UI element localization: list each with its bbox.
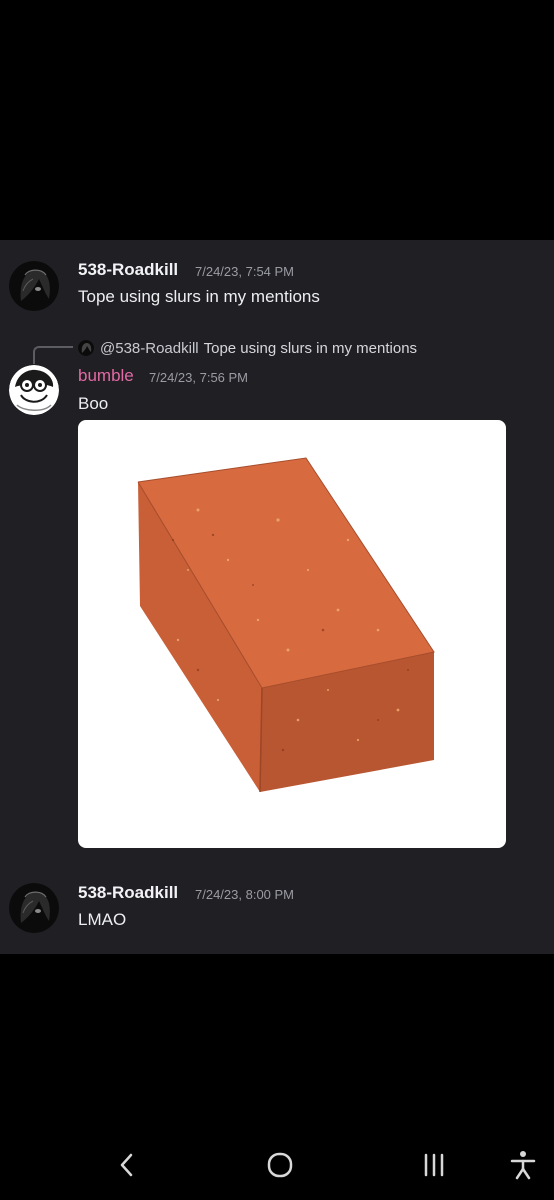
reply-text: Tope using slurs in my mentions — [203, 339, 418, 357]
user-avatar[interactable] — [9, 261, 59, 311]
message-timestamp: 7/24/23, 8:00 PM — [195, 887, 295, 902]
message-text: Boo — [78, 394, 109, 413]
image-attachment[interactable] — [78, 420, 506, 848]
message-author[interactable]: 538-Roadkill — [78, 260, 178, 280]
reply-avatar-icon — [78, 340, 94, 356]
home-button[interactable] — [260, 1148, 300, 1182]
dark-character-avatar-icon — [9, 261, 59, 311]
message-timestamp: 7/24/23, 7:56 PM — [149, 370, 249, 385]
message-author[interactable]: 538-Roadkill — [78, 883, 178, 903]
user-avatar[interactable] — [9, 883, 59, 933]
message-timestamp: 7/24/23, 7:54 PM — [195, 264, 295, 279]
message-author[interactable]: bumble — [78, 366, 134, 386]
recent-apps-button[interactable] — [414, 1148, 454, 1182]
back-icon — [120, 1153, 133, 1177]
reply-user[interactable]: @538-Roadkill — [100, 340, 199, 357]
user-avatar[interactable] — [9, 365, 59, 415]
cartoon-character-avatar-icon — [9, 365, 59, 415]
message-text: Tope using slurs in my mentions — [78, 287, 320, 306]
accessibility-button[interactable] — [503, 1148, 543, 1182]
reply-connector — [33, 346, 73, 364]
brick-icon — [137, 457, 435, 793]
dark-character-avatar-icon — [9, 883, 59, 933]
chat-area: 538-Roadkill 7/24/23, 7:54 PM Tope using… — [0, 240, 554, 954]
back-button[interactable] — [106, 1148, 146, 1182]
message-text: LMAO — [78, 910, 127, 929]
accessibility-icon — [510, 1151, 536, 1180]
recent-apps-icon — [424, 1153, 444, 1177]
system-navigation-bar — [0, 1130, 554, 1200]
home-icon — [267, 1152, 293, 1178]
reply-reference[interactable]: @538-Roadkill Tope using slurs in my men… — [78, 338, 417, 358]
